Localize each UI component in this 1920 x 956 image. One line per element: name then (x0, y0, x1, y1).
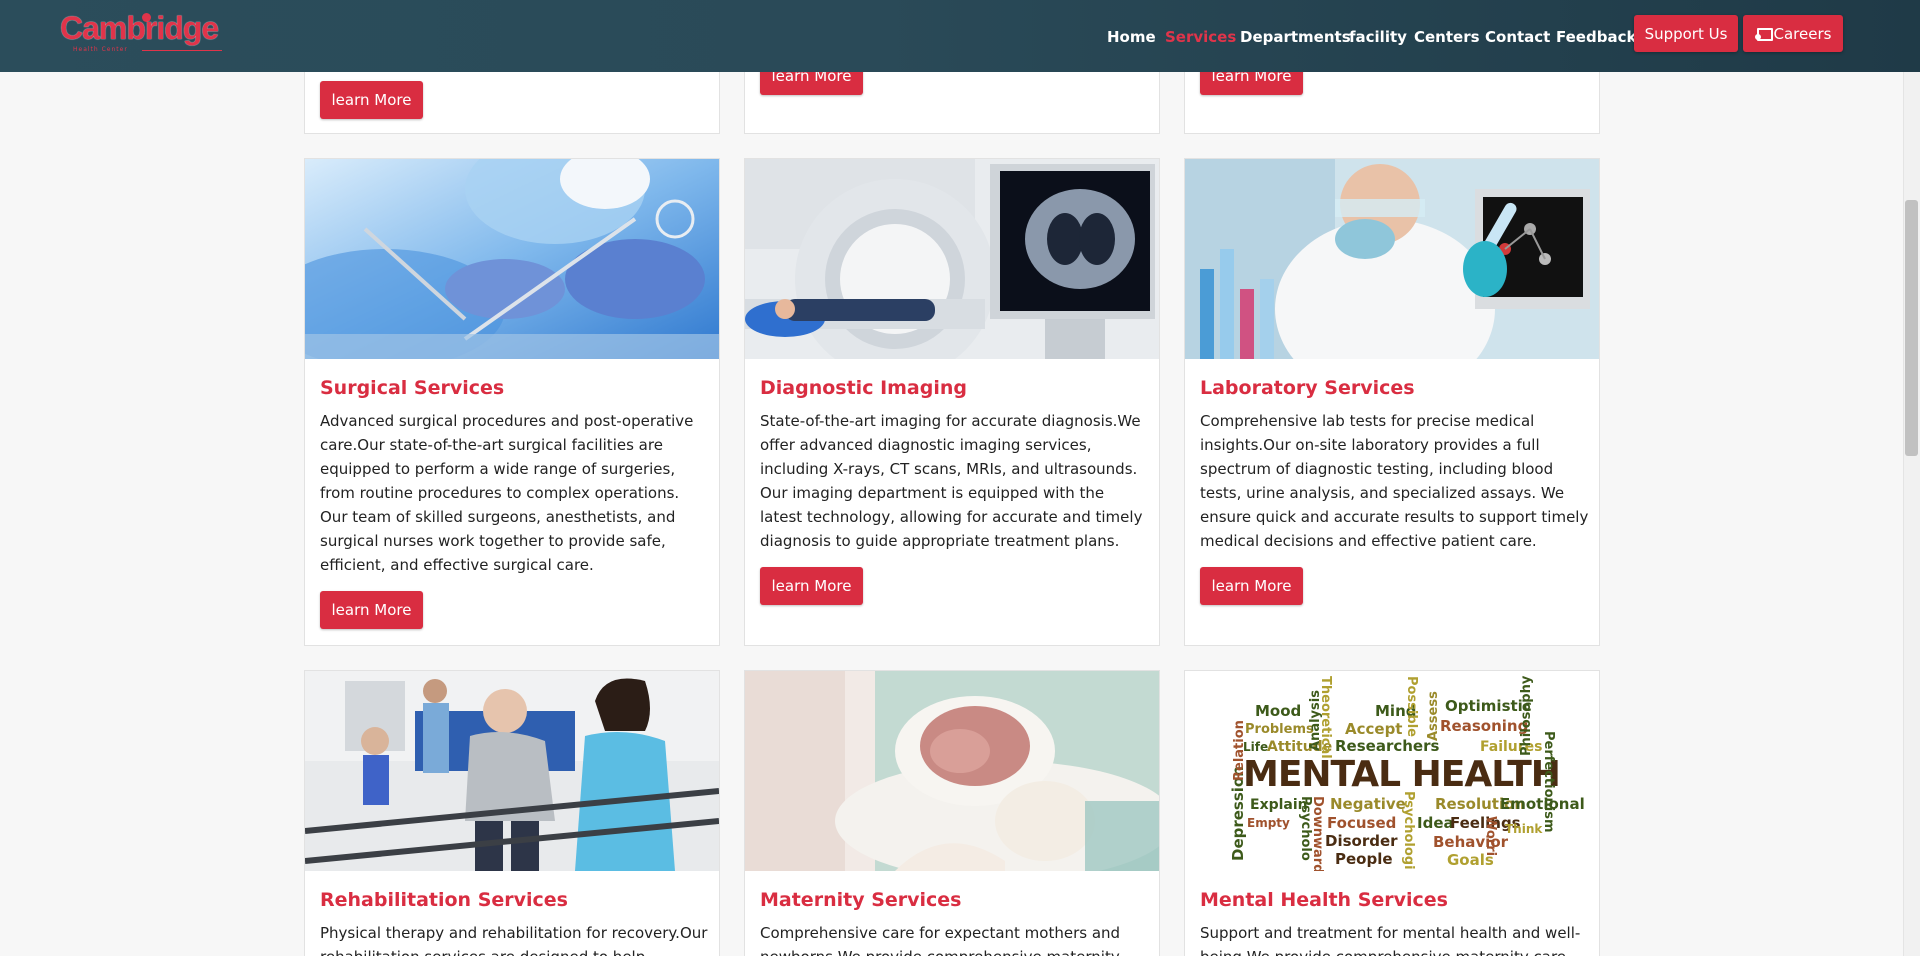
card-title: Surgical Services (320, 377, 505, 399)
svg-text:Mood: Mood (1255, 702, 1301, 720)
svg-text:MENTAL HEALTH: MENTAL HEALTH (1243, 754, 1560, 795)
svg-text:Psychologi: Psychologi (1401, 791, 1416, 870)
card-title: Rehabilitation Services (320, 889, 568, 911)
support-us-label: Support Us (1644, 24, 1728, 43)
service-card-mental-health: Mood Problems Life Attitude Mind Accept … (1184, 670, 1600, 956)
newborn-photo (745, 671, 1159, 871)
svg-text:Negative: Negative (1330, 795, 1406, 813)
svg-text:Problems: Problems (1245, 722, 1314, 737)
learn-more-button[interactable]: learn More (320, 81, 423, 119)
service-card-rehabilitation: Rehabilitation Services Physical therapy… (304, 670, 720, 956)
svg-text:Assess: Assess (1426, 691, 1441, 741)
svg-text:Researchers: Researchers (1335, 737, 1439, 755)
service-card-laboratory: Laboratory Services Comprehensive lab te… (1184, 158, 1600, 646)
svg-text:Focused: Focused (1327, 814, 1396, 832)
logo-underline (142, 50, 222, 51)
svg-text:Empty: Empty (1247, 816, 1290, 830)
card-title: Laboratory Services (1200, 377, 1415, 399)
site-logo[interactable]: Cambridge Health Center (60, 10, 225, 54)
learn-more-button[interactable]: learn More (320, 591, 423, 629)
mental-health-wordcloud: Mood Problems Life Attitude Mind Accept … (1185, 671, 1599, 871)
logo-text: Cambridge (60, 10, 219, 46)
nav-home[interactable]: Home (1107, 28, 1156, 46)
svg-text:Worri: Worri (1483, 816, 1498, 856)
ct-scanner-photo (745, 159, 1159, 359)
card-description: Comprehensive lab tests for precise medi… (1200, 412, 1589, 550)
svg-text:Idea: Idea (1417, 814, 1454, 832)
svg-text:Possible: Possible (1404, 676, 1419, 737)
page-scrollbar[interactable] (1903, 0, 1920, 956)
card-description: Physical therapy and rehabilitation for … (320, 924, 708, 956)
card-description: Comprehensive care for expectant mothers… (760, 924, 1121, 956)
nav-centers[interactable]: Centers (1414, 28, 1480, 46)
presentation-icon (1754, 27, 1773, 41)
laboratory-photo (1185, 159, 1599, 359)
svg-text:Accept: Accept (1345, 720, 1402, 738)
card-description: Advanced surgical procedures and post-op… (320, 412, 694, 574)
svg-text:People: People (1335, 850, 1393, 868)
logo-tagline: Health Center (73, 46, 128, 53)
service-card-diagnostic: Diagnostic Imaging State-of-the-art imag… (744, 158, 1160, 646)
svg-text:Perfectionism: Perfectionism (1541, 731, 1556, 833)
svg-text:Reasoning: Reasoning (1440, 717, 1528, 735)
card-title: Diagnostic Imaging (760, 377, 967, 399)
support-us-button[interactable]: Support Us (1634, 15, 1738, 52)
learn-more-button[interactable]: learn More (760, 567, 863, 605)
nav-contact[interactable]: Contact (1485, 28, 1550, 46)
nav-services[interactable]: Services (1165, 28, 1236, 46)
scrollbar-thumb[interactable] (1905, 200, 1918, 456)
service-card-surgical: Surgical Services Advanced surgical proc… (304, 158, 720, 646)
nav-feedback[interactable]: Feedback (1556, 28, 1636, 46)
svg-text:Downward: Downward (1310, 796, 1325, 871)
surgery-photo (305, 159, 719, 359)
card-description: State-of-the-art imaging for accurate di… (760, 412, 1143, 550)
svg-text:Philosophy: Philosophy (1519, 675, 1534, 756)
card-description: Support and treatment for mental health … (1200, 924, 1581, 956)
card-title: Mental Health Services (1200, 889, 1448, 911)
svg-text:Relation: Relation (1232, 720, 1247, 781)
site-header: Cambridge Health Center Home Services De… (0, 0, 1920, 72)
careers-button[interactable]: Careers (1743, 15, 1843, 52)
svg-text:Disorder: Disorder (1325, 832, 1398, 850)
careers-label: Careers (1773, 24, 1832, 43)
service-card-maternity: Maternity Services Comprehensive care fo… (744, 670, 1160, 956)
rehabilitation-photo (305, 671, 719, 871)
nav-departments[interactable]: Departments (1240, 28, 1351, 46)
svg-text:Think: Think (1505, 822, 1543, 836)
svg-text:Theoretical: Theoretical (1318, 676, 1333, 759)
nav-facility[interactable]: facility (1349, 28, 1407, 46)
card-title: Maternity Services (760, 889, 962, 911)
learn-more-button[interactable]: learn More (1200, 567, 1303, 605)
